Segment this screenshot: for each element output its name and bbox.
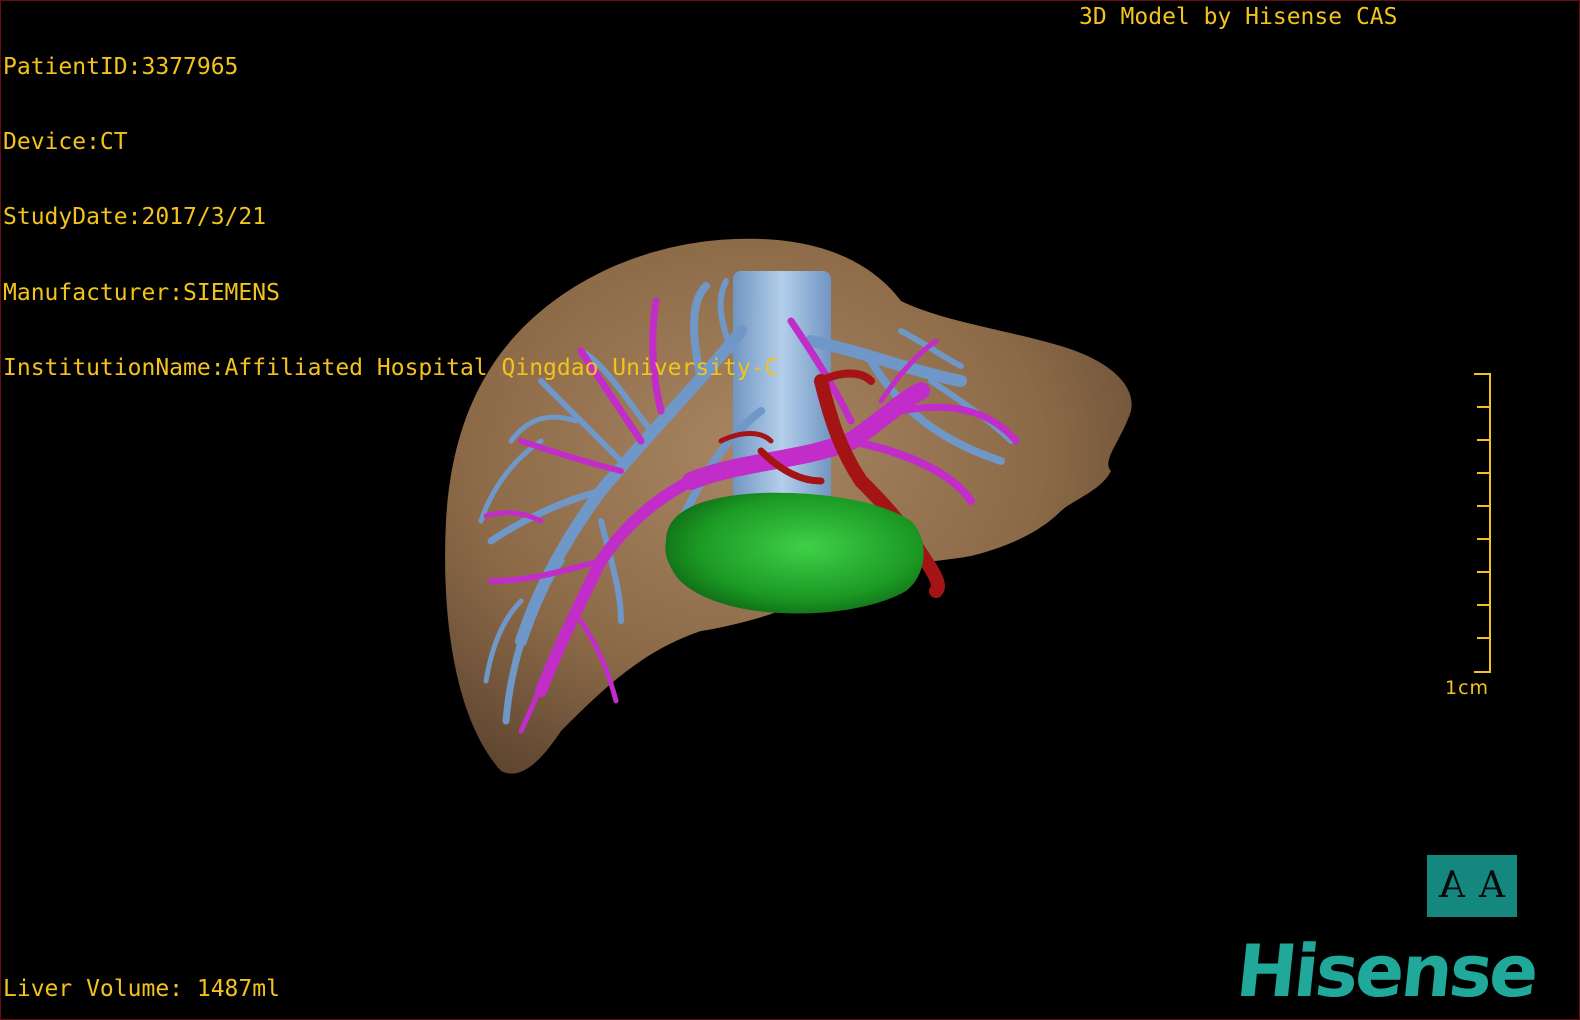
scale-bar-ruler — [1474, 373, 1491, 673]
orientation-letter-mirrored: A — [1439, 865, 1465, 906]
gallbladder — [665, 492, 924, 614]
orientation-letter: A — [1479, 865, 1505, 906]
manufacturer-label: Manufacturer:SIEMENS — [3, 279, 280, 306]
liver-volume-label: Liver Volume: 1487ml — [3, 976, 280, 1002]
hisense-logo: Hisense — [1232, 929, 1540, 1013]
institution-label: InstitutionName:Affiliated Hospital Qing… — [3, 354, 779, 381]
study-date-label: StudyDate:2017/3/21 — [3, 204, 267, 231]
model-watermark: 3D Model by Hisense CAS — [1079, 4, 1398, 30]
dicom-info-block: PatientID:3377965 Device:CT StudyDate:20… — [3, 5, 778, 431]
device-label: Device:CT — [3, 129, 128, 156]
scale-bar-label: 1cm — [1445, 677, 1490, 699]
patient-id-label: PatientID:3377965 — [3, 54, 239, 80]
orientation-cube[interactable]: A A — [1427, 855, 1517, 917]
scale-bar: 1cm — [1441, 373, 1501, 703]
3d-viewport[interactable]: PatientID:3377965 Device:CT StudyDate:20… — [0, 0, 1580, 1020]
